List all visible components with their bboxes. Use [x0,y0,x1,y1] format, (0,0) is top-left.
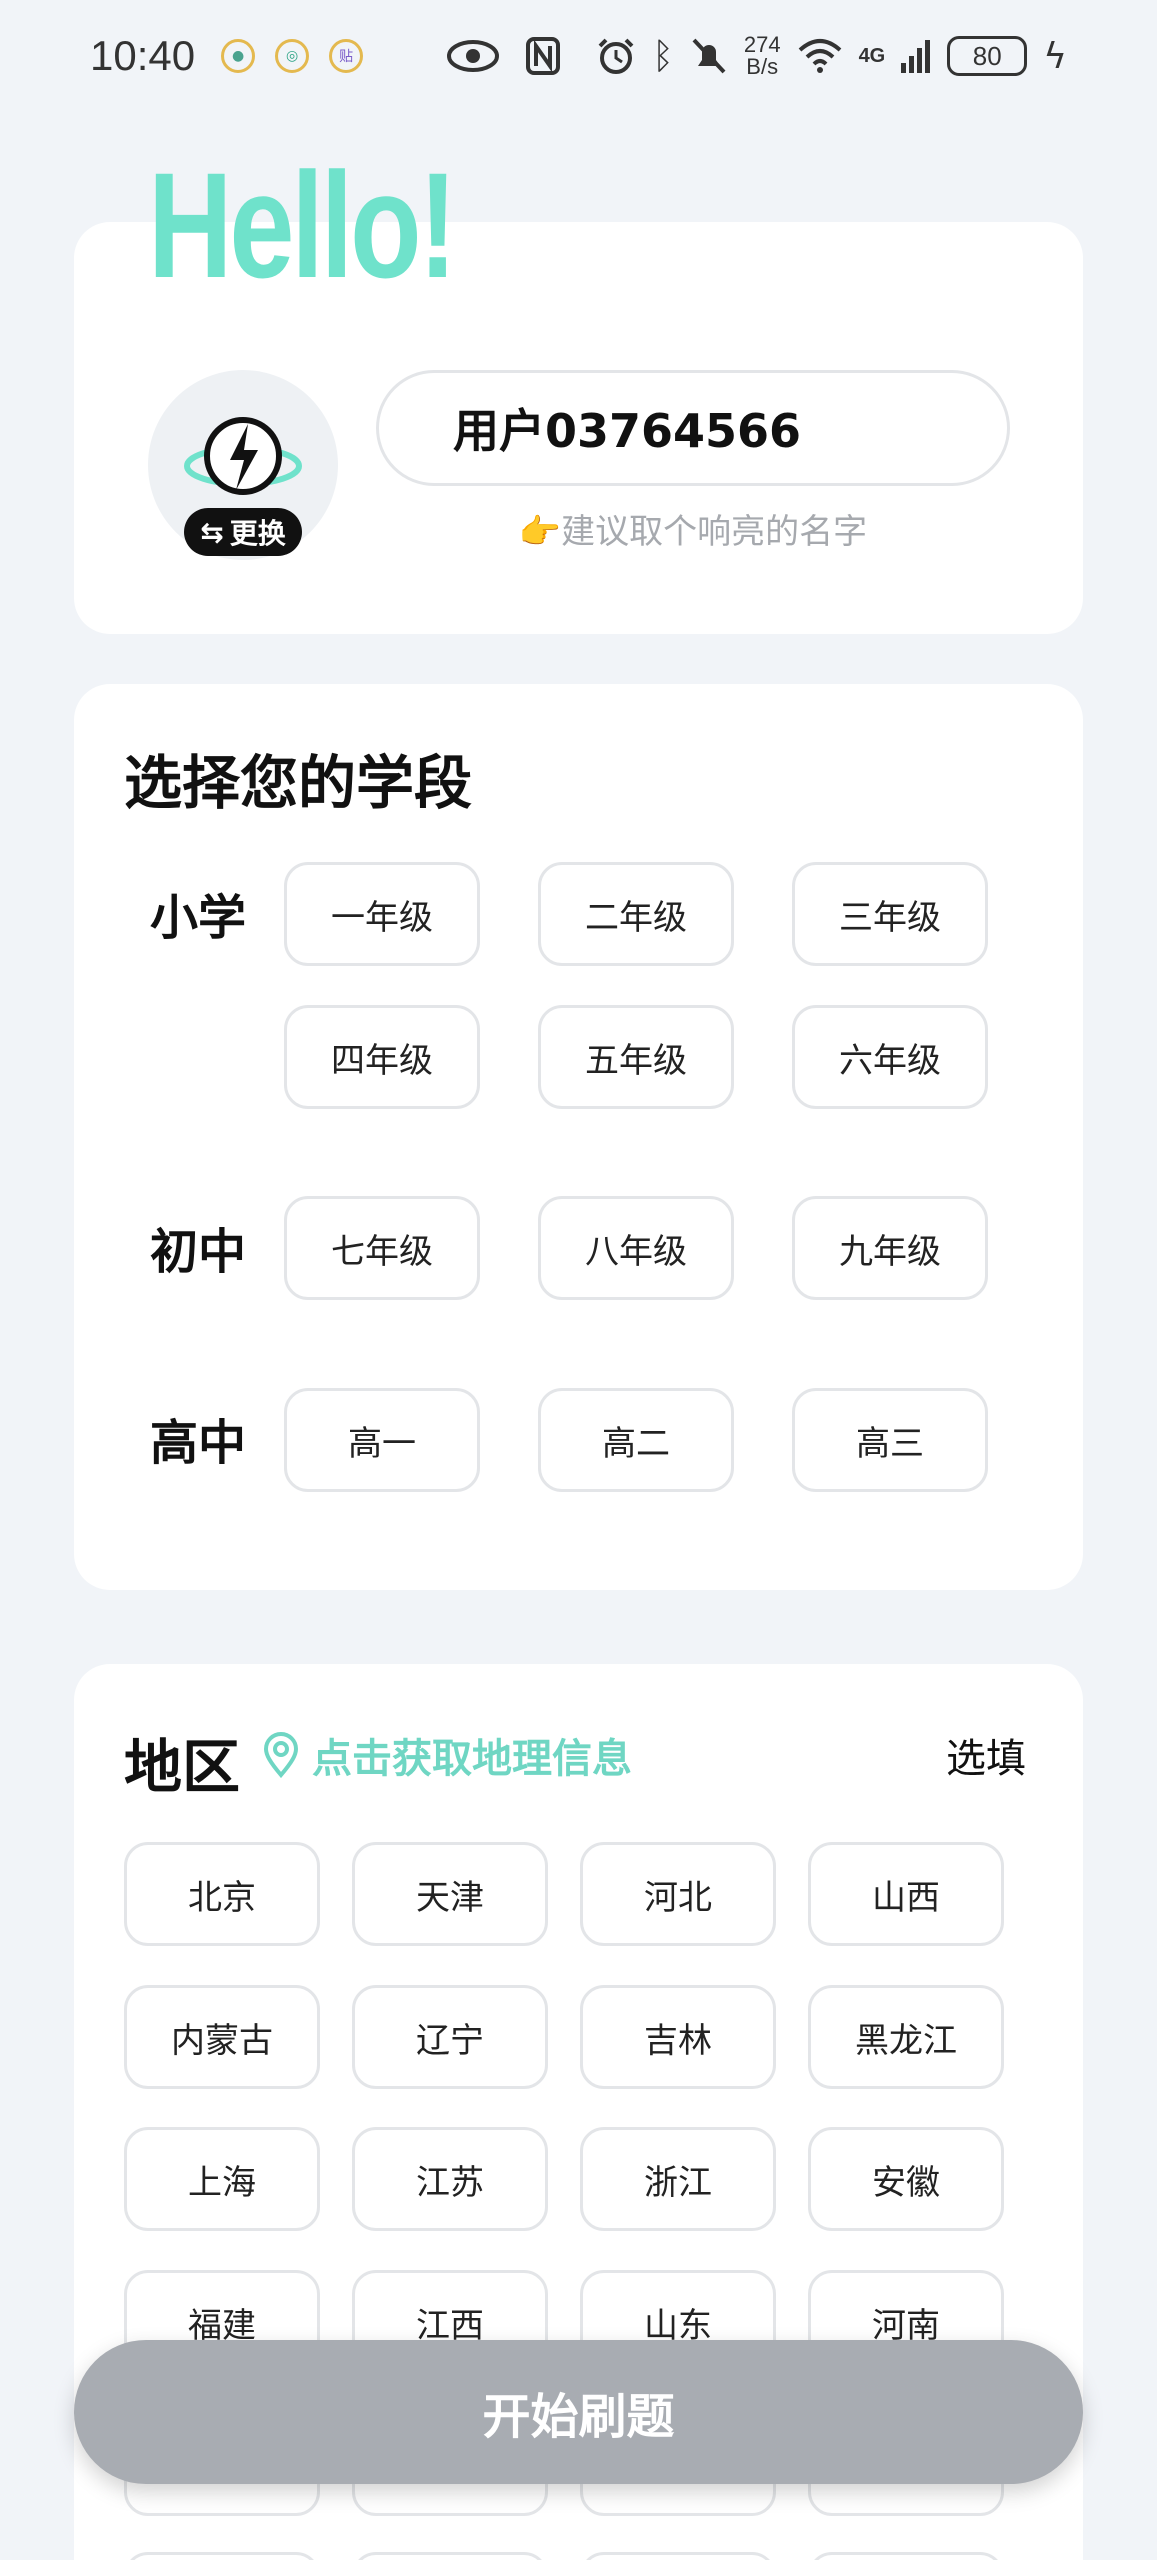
grade-chip-7[interactable]: 七年级 [284,1196,480,1300]
hello-heading: Hello! [148,141,457,309]
region-title: 地区 [124,1733,241,1801]
status-time: 10:40 [90,32,196,79]
senior-label: 高中 [150,1415,247,1471]
province-chip-7[interactable]: 吉林 [580,1985,776,2089]
status-mid-icons [447,36,561,76]
change-avatar-label: 更换 [229,517,286,550]
location-pin-icon [263,1732,299,1778]
province-chip-10[interactable]: 江苏 [352,2127,548,2231]
province-chip-6[interactable]: 辽宁 [352,1985,548,2089]
grade-chip-4[interactable]: 四年级 [284,1005,480,1109]
app-icon-3: 贴 [329,39,364,73]
status-bar: 10:40 ● ◎ 贴 ᛒ 274 B/s 4G 80 ϟ [0,0,1157,112]
network-type: 4G [858,44,886,67]
grade-chip-9[interactable]: 九年级 [792,1196,988,1300]
province-chip-4[interactable]: 山西 [808,1842,1004,1946]
alarm-icon [598,38,634,74]
grade-chip-11[interactable]: 高二 [538,1388,734,1492]
username-hint: 👉建议取个响亮的名字 [518,512,868,552]
province-chip-3[interactable]: 河北 [580,1842,776,1946]
get-location-label: 点击获取地理信息 [312,1736,632,1782]
province-chip-9[interactable]: 上海 [124,2127,320,2231]
mute-bell-icon [692,38,726,74]
bluetooth-icon: ᛒ [652,35,674,77]
province-chip-21[interactable] [124,2552,320,2560]
province-chip-24[interactable] [808,2552,1004,2560]
province-chip-2[interactable]: 天津 [352,1842,548,1946]
province-chip-5[interactable]: 内蒙古 [124,1985,320,2089]
province-chip-8[interactable]: 黑龙江 [808,1985,1004,2089]
wifi-icon [798,39,841,73]
province-chip-23[interactable] [580,2552,776,2560]
get-location-link[interactable]: 点击获取地理信息 [262,1726,632,1784]
grade-chip-6[interactable]: 六年级 [792,1005,988,1109]
battery-indicator: 80 [947,36,1028,76]
province-chip-11[interactable]: 浙江 [580,2127,776,2231]
province-chip-22[interactable] [352,2552,548,2560]
change-avatar-button[interactable]: ⇆ 更换 [184,508,302,556]
avatar-logo-icon [184,417,302,495]
app-icon-1: ● [221,39,256,73]
grade-chip-12[interactable]: 高三 [792,1388,988,1492]
grade-chip-3[interactable]: 三年级 [792,862,988,966]
grade-chip-1[interactable]: 一年级 [284,862,480,966]
signal-icon [901,40,931,73]
province-chip-12[interactable]: 安徽 [808,2127,1004,2231]
charging-icon: ϟ [1043,35,1067,77]
eye-icon [447,40,500,72]
grade-title: 选择您的学段 [124,749,473,817]
app-icon-2: ◎ [275,39,310,73]
grade-chip-5[interactable]: 五年级 [538,1005,734,1109]
grade-chip-2[interactable]: 二年级 [538,862,734,966]
junior-label: 初中 [150,1224,247,1280]
nfc-icon [526,37,561,75]
grade-chip-10[interactable]: 高一 [284,1388,480,1492]
net-speed: 274 B/s [743,32,781,79]
grade-chip-8[interactable]: 八年级 [538,1196,734,1300]
status-right-icons: ᛒ 274 B/s 4G 80 ϟ [596,34,1067,78]
primary-label: 小学 [150,890,247,946]
swap-icon: ⇆ [200,515,224,549]
username-field[interactable]: 用户03764566 [376,370,1010,486]
province-chip-1[interactable]: 北京 [124,1842,320,1946]
start-practice-button[interactable]: 开始刷题 [74,2340,1083,2484]
optional-label: 选填 [946,1736,1026,1782]
